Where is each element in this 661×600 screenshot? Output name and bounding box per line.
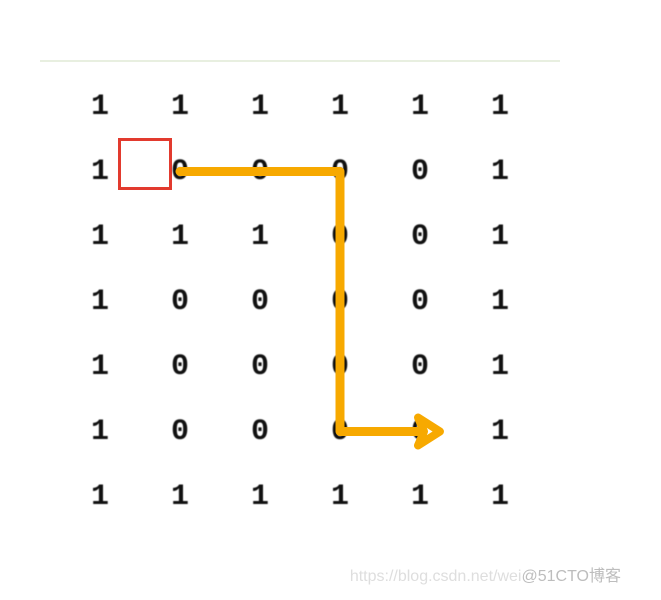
- grid-cell: 0: [380, 269, 460, 334]
- grid-cell: 1: [140, 74, 220, 139]
- grid-cell: 0: [380, 399, 460, 464]
- grid-cell: 1: [220, 204, 300, 269]
- grid-cell: 1: [300, 464, 380, 529]
- diagram-canvas: 1111111000011110011000011000011000011111…: [0, 0, 661, 600]
- grid-cell: 1: [140, 464, 220, 529]
- grid-cell: 0: [300, 269, 380, 334]
- grid-cell: 1: [460, 74, 540, 139]
- watermark-faint: https://blog.csdn.net/wei: [350, 568, 522, 585]
- grid-cell: 1: [300, 74, 380, 139]
- grid-cell: 1: [140, 204, 220, 269]
- watermark-text: @51CTO博客: [521, 568, 621, 585]
- grid-cell: 1: [380, 464, 460, 529]
- grid-cell: 0: [220, 269, 300, 334]
- grid-cell: 1: [60, 74, 140, 139]
- grid-cell: 0: [380, 204, 460, 269]
- grid-cell: 1: [460, 464, 540, 529]
- grid-cell: 1: [460, 139, 540, 204]
- grid-cell: 1: [460, 269, 540, 334]
- grid-cell: 0: [380, 334, 460, 399]
- grid-cell: 0: [300, 139, 380, 204]
- grid-cell: 0: [220, 399, 300, 464]
- grid-cell: 0: [220, 334, 300, 399]
- grid-cell: 0: [140, 334, 220, 399]
- start-marker: [118, 138, 172, 190]
- watermark: https://blog.csdn.net/wei@51CTO博客: [350, 562, 621, 586]
- grid-cell: 1: [460, 399, 540, 464]
- grid-cell: 1: [60, 399, 140, 464]
- grid-cell: 1: [460, 204, 540, 269]
- top-divider: [40, 60, 560, 62]
- grid-cell: 1: [380, 74, 460, 139]
- grid-cell: 0: [300, 399, 380, 464]
- grid-cell: 1: [60, 464, 140, 529]
- grid-cell: 1: [60, 204, 140, 269]
- grid-cell: 0: [300, 204, 380, 269]
- grid-cell: 0: [380, 139, 460, 204]
- grid-cell: 1: [60, 269, 140, 334]
- grid-cell: 1: [60, 334, 140, 399]
- grid-cell: 1: [460, 334, 540, 399]
- grid-cell: 0: [220, 139, 300, 204]
- grid-cell: 1: [220, 464, 300, 529]
- grid-cell: 0: [300, 334, 380, 399]
- grid-cell: 1: [220, 74, 300, 139]
- grid-cell: 0: [140, 269, 220, 334]
- grid-cell: 0: [140, 399, 220, 464]
